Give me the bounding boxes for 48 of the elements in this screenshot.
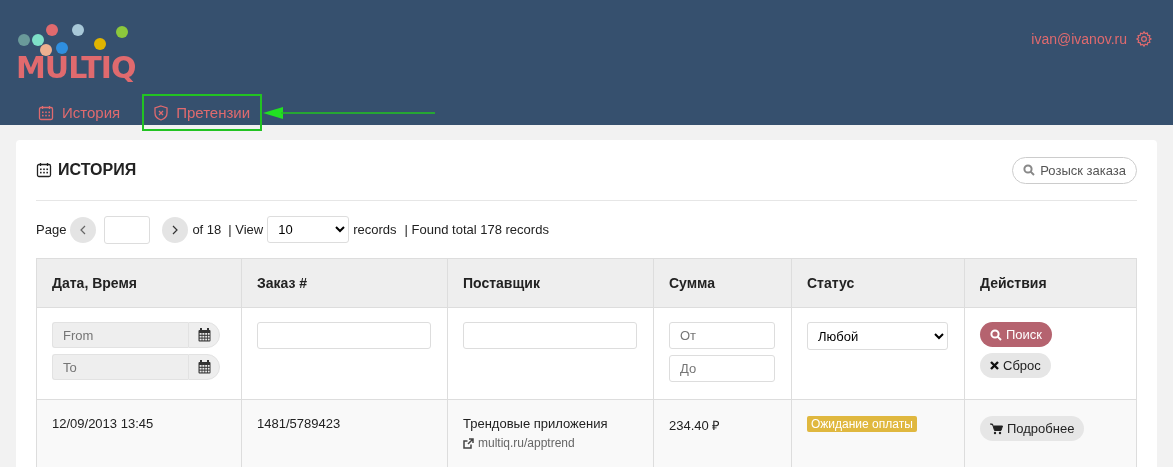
reset-button[interactable]: Сброс [980, 353, 1051, 378]
column-header: Заказ # [241, 258, 448, 308]
amount-to-field[interactable]: До [669, 355, 775, 382]
chevron-right-icon [172, 224, 179, 235]
panel-title: ИСТОРИЯ [58, 161, 137, 179]
details-button[interactable]: Подробнее [980, 416, 1085, 441]
column-header: Статус [791, 258, 965, 308]
column-header: Дата, Время [36, 258, 242, 308]
calendar-icon [36, 162, 52, 178]
settings-icon[interactable] [1135, 30, 1153, 48]
total-records: | Found total 178 records [404, 222, 549, 237]
view-label: | View [228, 222, 264, 237]
column-header: Поставщик [447, 258, 654, 308]
status-select[interactable]: Любой [807, 322, 948, 350]
supplier-name: Трендовые приложения [463, 416, 609, 431]
amount-from-field[interactable]: От [669, 322, 775, 349]
next-page-button[interactable] [162, 216, 189, 243]
close-icon [990, 361, 999, 370]
page-count: of 18 [192, 222, 222, 237]
status-badge: Ожидание оплаты [807, 416, 917, 432]
shield-icon [154, 104, 169, 121]
search-icon [990, 328, 1002, 341]
date-picker-button[interactable] [188, 322, 220, 348]
page-label: Page [36, 222, 67, 237]
supplier-filter-field[interactable] [463, 322, 637, 349]
date-picker-button[interactable] [188, 354, 220, 380]
search-button[interactable]: Поиск [980, 322, 1053, 347]
date-to-field[interactable]: To [52, 354, 188, 380]
calendar-icon [197, 360, 211, 374]
column-header: Действия [964, 258, 1137, 308]
calendar-icon [38, 104, 54, 121]
supplier-link[interactable]: multiq.ru/apptrend [463, 436, 638, 450]
table-cell: 12/09/2013 13:45 [36, 399, 242, 467]
table-cell: 1481/5789423 [241, 399, 448, 467]
column-header: Сумма [653, 258, 792, 308]
page-number-field[interactable] [104, 215, 151, 244]
calendar-icon [197, 328, 211, 342]
external-link-icon [463, 437, 474, 449]
date-from-field[interactable]: From [52, 322, 188, 348]
order-filter-field[interactable] [257, 322, 431, 349]
chevron-left-icon [80, 224, 87, 235]
records-label: records [353, 222, 397, 237]
search-icon [1023, 164, 1036, 176]
order-search-button[interactable]: Розыск заказа [1012, 156, 1137, 184]
previous-page-button[interactable] [70, 216, 97, 243]
table-cell: 234.40 ₽ [653, 399, 792, 467]
page-size-select[interactable]: 10 [267, 216, 350, 243]
cart-icon [990, 422, 1003, 435]
